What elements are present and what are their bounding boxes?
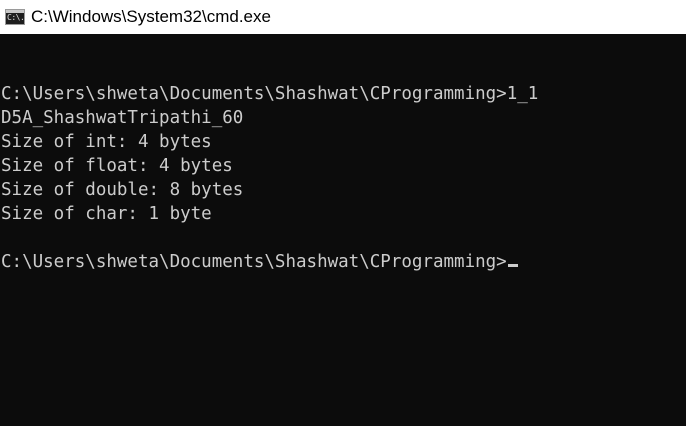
title-bar[interactable]: C:\. C:\Windows\System32\cmd.exe [0, 0, 686, 34]
console-line-char-size: Size of char: 1 byte [1, 204, 212, 224]
prompt-text: C:\Users\shweta\Documents\Shashwat\CProg… [1, 252, 507, 272]
console-line-blank-top [0, 58, 686, 82]
console-output[interactable]: C:\Users\shweta\Documents\Shashwat\CProg… [0, 58, 686, 426]
console-line-command: C:\Users\shweta\Documents\Shashwat\CProg… [1, 84, 539, 104]
icon-prompt-glyph: C:\. [7, 13, 25, 22]
text-cursor [507, 264, 518, 267]
window-title: C:\Windows\System32\cmd.exe [31, 7, 271, 26]
console-line-double-size: Size of double: 8 bytes [1, 180, 244, 200]
console-line-int-size: Size of int: 4 bytes [1, 132, 212, 152]
console-line-output-name: D5A_ShashwatTripathi_60 [1, 108, 244, 128]
cmd-icon[interactable]: C:\. [5, 9, 25, 25]
console-line-float-size: Size of float: 4 bytes [1, 156, 233, 176]
console-line-prompt[interactable]: C:\Users\shweta\Documents\Shashwat\CProg… [0, 250, 686, 274]
console-line-blank [0, 226, 686, 250]
cmd-window: C:\. C:\Windows\System32\cmd.exe C:\User… [0, 0, 686, 426]
